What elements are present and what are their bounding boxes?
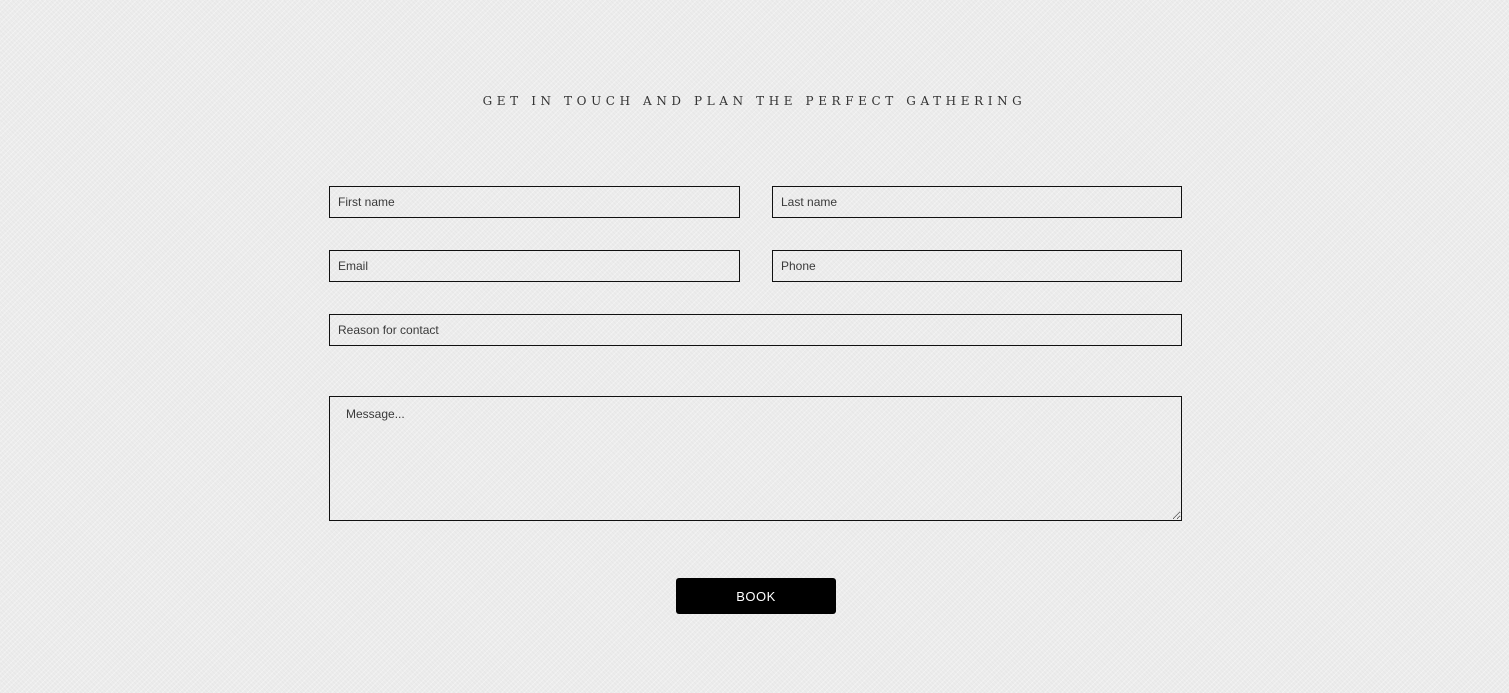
reason-for-contact-input[interactable]: [329, 314, 1182, 346]
last-name-input[interactable]: [772, 186, 1182, 218]
contact-heading: GET IN TOUCH AND PLAN THE PERFECT GATHER…: [482, 94, 1027, 108]
message-textarea[interactable]: [329, 396, 1182, 521]
first-name-input[interactable]: [329, 186, 740, 218]
email-input[interactable]: [329, 250, 740, 282]
phone-input[interactable]: [772, 250, 1182, 282]
book-button[interactable]: BOOK: [676, 578, 836, 614]
